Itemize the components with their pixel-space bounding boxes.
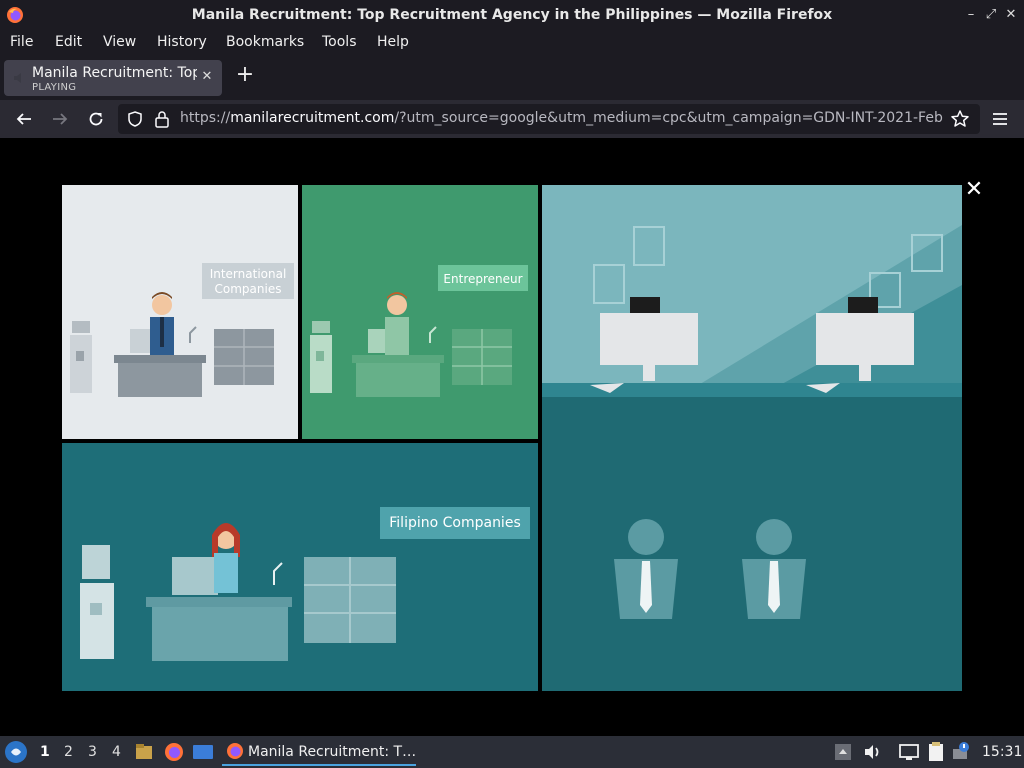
label-international-line2: Companies xyxy=(215,282,282,296)
taskbar-window-label: Manila Recruitment: T… xyxy=(248,744,417,760)
menu-bookmarks[interactable]: Bookmarks xyxy=(226,34,304,50)
taskbar-firefox-window[interactable]: Manila Recruitment: T… xyxy=(222,738,416,766)
tab-close-icon[interactable]: ✕ xyxy=(200,70,214,84)
bookmark-star-icon[interactable] xyxy=(950,109,970,129)
minimize-icon[interactable]: – xyxy=(962,6,980,24)
workspace-3[interactable]: 3 xyxy=(88,744,97,760)
restore-icon[interactable]: ⤢ xyxy=(982,6,1000,24)
window-title: Manila Recruitment: Top Recruitment Agen… xyxy=(191,7,833,23)
start-menu-icon[interactable] xyxy=(4,740,28,764)
menu-file[interactable]: File xyxy=(10,34,33,50)
panel-candidates xyxy=(542,397,962,691)
speaker-icon[interactable] xyxy=(12,70,28,86)
taskbar: 1 2 3 4 Manila Recruitment: T… 15:31 xyxy=(0,736,1024,768)
new-tab-icon[interactable]: + xyxy=(234,64,256,86)
hamburger-menu-icon[interactable] xyxy=(990,110,1010,128)
lock-icon[interactable] xyxy=(154,110,170,128)
close-window-icon[interactable]: ✕ xyxy=(1002,6,1020,24)
url-host: manilarecruitment.com xyxy=(230,110,395,126)
show-desktop-icon[interactable] xyxy=(192,742,214,762)
panel-international-companies: International Companies xyxy=(62,185,298,439)
label-filipino-companies: Filipino Companies xyxy=(389,515,520,531)
close-overlay-icon[interactable]: ✕ xyxy=(964,179,984,201)
menu-tools[interactable]: Tools xyxy=(322,34,357,50)
workspace-1[interactable]: 1 xyxy=(40,744,50,760)
panel-office-scene xyxy=(542,185,962,397)
panel-filipino-companies: Filipino Companies xyxy=(62,443,538,691)
workspace-4[interactable]: 4 xyxy=(112,744,121,760)
label-entrepreneur: Entrepreneur xyxy=(443,272,522,286)
clipboard-icon[interactable] xyxy=(926,741,946,763)
tab-playing-status: PLAYING xyxy=(32,82,77,93)
taskbar-clock: 15:31 xyxy=(982,744,1023,760)
panel-entrepreneur: Entrepreneur xyxy=(302,185,538,439)
network-icon[interactable] xyxy=(898,742,920,762)
firefox-task-icon xyxy=(227,743,243,759)
notification-icon[interactable] xyxy=(952,741,972,761)
url-text[interactable]: https://manilarecruitment.com/?utm_sourc… xyxy=(180,110,944,130)
tray-arrow-icon[interactable] xyxy=(834,742,852,762)
recruitment-illustration: International Companies Entrepreneur Fil… xyxy=(62,185,962,691)
file-manager-icon[interactable] xyxy=(134,742,154,762)
label-international-line1: International xyxy=(210,267,287,281)
reload-icon[interactable] xyxy=(86,109,106,129)
tab-title: Manila Recruitment: Top Recruitment Agen… xyxy=(32,65,197,81)
url-path: /?utm_source=google&utm_medium=cpc&utm_c… xyxy=(394,110,943,126)
tab-strip: Manila Recruitment: Top Recruitment Agen… xyxy=(0,56,1024,100)
url-prefix: https:// xyxy=(180,110,231,126)
navigation-toolbar: https://manilarecruitment.com/?utm_sourc… xyxy=(0,100,1024,138)
menu-edit[interactable]: Edit xyxy=(55,34,82,50)
workspace-2[interactable]: 2 xyxy=(64,744,73,760)
menu-bar: File Edit View History Bookmarks Tools H… xyxy=(0,30,1024,56)
tracking-protection-shield-icon[interactable] xyxy=(126,110,144,128)
forward-icon[interactable] xyxy=(50,109,70,129)
back-icon[interactable] xyxy=(14,109,34,129)
menu-view[interactable]: View xyxy=(103,34,136,50)
menu-history[interactable]: History xyxy=(157,34,207,50)
menu-help[interactable]: Help xyxy=(377,34,409,50)
firefox-launcher-icon[interactable] xyxy=(164,742,184,762)
tab-manila-recruitment[interactable]: Manila Recruitment: Top Recruitment Agen… xyxy=(4,60,222,96)
window-titlebar: Manila Recruitment: Top Recruitment Agen… xyxy=(0,0,1024,30)
address-bar[interactable]: https://manilarecruitment.com/?utm_sourc… xyxy=(118,104,980,134)
volume-icon[interactable] xyxy=(862,742,882,762)
